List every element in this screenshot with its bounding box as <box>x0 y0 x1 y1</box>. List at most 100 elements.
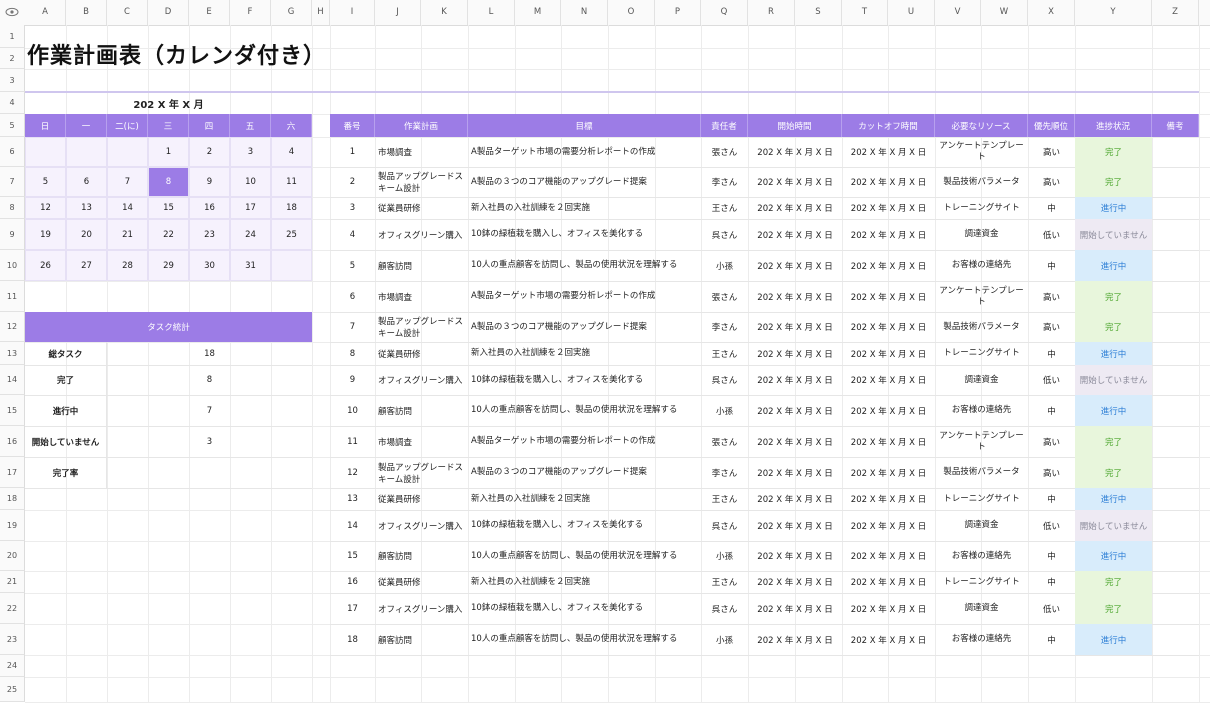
calendar-day[interactable]: 20 <box>66 219 107 250</box>
calendar-day[interactable]: 9 <box>189 167 230 197</box>
calendar-day[interactable]: 5 <box>25 167 66 197</box>
column-header-k[interactable]: K <box>421 0 468 25</box>
calendar-day[interactable]: 10 <box>230 167 271 197</box>
row-header-9[interactable]: 9 <box>0 219 25 250</box>
row-header-17[interactable]: 17 <box>0 457 25 488</box>
row-header-6[interactable]: 6 <box>0 137 25 167</box>
row-header-15[interactable]: 15 <box>0 395 25 426</box>
calendar-day[interactable]: 11 <box>271 167 312 197</box>
task-status[interactable]: 完了 <box>1075 312 1152 342</box>
column-header-w[interactable]: W <box>981 0 1028 25</box>
column-header-j[interactable]: J <box>375 0 421 25</box>
task-status[interactable]: 進行中 <box>1075 197 1152 219</box>
column-header-l[interactable]: L <box>468 0 515 25</box>
calendar-day[interactable]: 21 <box>107 219 148 250</box>
calendar-day[interactable]: 15 <box>148 197 189 219</box>
column-header-b[interactable]: B <box>66 0 107 25</box>
row-header-10[interactable]: 10 <box>0 250 25 281</box>
column-header-v[interactable]: V <box>935 0 981 25</box>
row-header-18[interactable]: 18 <box>0 488 25 510</box>
calendar-day[interactable]: 28 <box>107 250 148 281</box>
task-memo[interactable] <box>1152 571 1199 593</box>
task-memo[interactable] <box>1152 167 1199 197</box>
calendar-day[interactable]: 25 <box>271 219 312 250</box>
calendar-day[interactable]: 1 <box>148 137 189 167</box>
calendar-day[interactable]: 6 <box>66 167 107 197</box>
calendar-day[interactable]: 12 <box>25 197 66 219</box>
task-memo[interactable] <box>1152 593 1199 624</box>
column-header-o[interactable]: O <box>608 0 655 25</box>
calendar-day[interactable]: 4 <box>271 137 312 167</box>
calendar-day[interactable]: 26 <box>25 250 66 281</box>
row-header-20[interactable]: 20 <box>0 541 25 571</box>
task-status[interactable]: 完了 <box>1075 137 1152 167</box>
calendar-day[interactable] <box>25 137 66 167</box>
column-header-s[interactable]: S <box>795 0 842 25</box>
task-status[interactable]: 開始していません <box>1075 219 1152 250</box>
column-header-c[interactable]: C <box>107 0 148 25</box>
column-header-q[interactable]: Q <box>701 0 748 25</box>
calendar-day[interactable]: 31 <box>230 250 271 281</box>
column-header-t[interactable]: T <box>842 0 888 25</box>
row-header-3[interactable]: 3 <box>0 69 25 92</box>
task-status[interactable]: 完了 <box>1075 457 1152 488</box>
column-header-d[interactable]: D <box>148 0 189 25</box>
calendar-day[interactable]: 14 <box>107 197 148 219</box>
column-header-m[interactable]: M <box>515 0 561 25</box>
calendar-day[interactable]: 18 <box>271 197 312 219</box>
column-header-z[interactable]: Z <box>1152 0 1199 25</box>
calendar-day[interactable]: 23 <box>189 219 230 250</box>
task-status[interactable]: 完了 <box>1075 426 1152 457</box>
row-header-13[interactable]: 13 <box>0 342 25 365</box>
column-header-f[interactable]: F <box>230 0 271 25</box>
calendar-day[interactable]: 24 <box>230 219 271 250</box>
row-header-1[interactable]: 1 <box>0 25 25 48</box>
row-header-19[interactable]: 19 <box>0 510 25 541</box>
task-status[interactable]: 完了 <box>1075 593 1152 624</box>
calendar-day[interactable]: 7 <box>107 167 148 197</box>
calendar-day[interactable]: 16 <box>189 197 230 219</box>
column-header-i[interactable]: I <box>330 0 375 25</box>
row-header-12[interactable]: 12 <box>0 312 25 342</box>
column-header-h[interactable]: H <box>312 0 330 25</box>
task-status[interactable]: 開始していません <box>1075 510 1152 541</box>
task-memo[interactable] <box>1152 488 1199 510</box>
row-header-11[interactable]: 11 <box>0 281 25 312</box>
row-header-25[interactable]: 25 <box>0 677 25 702</box>
row-header-22[interactable]: 22 <box>0 593 25 624</box>
task-status[interactable]: 完了 <box>1075 167 1152 197</box>
row-header-5[interactable]: 5 <box>0 114 25 137</box>
calendar-day[interactable]: 30 <box>189 250 230 281</box>
calendar-day[interactable]: 22 <box>148 219 189 250</box>
column-header-n[interactable]: N <box>561 0 608 25</box>
row-header-16[interactable]: 16 <box>0 426 25 457</box>
task-status[interactable]: 進行中 <box>1075 541 1152 571</box>
task-memo[interactable] <box>1152 342 1199 365</box>
column-header-a[interactable]: A <box>25 0 66 25</box>
task-status[interactable]: 進行中 <box>1075 342 1152 365</box>
calendar-day[interactable]: 27 <box>66 250 107 281</box>
calendar-day-selected[interactable]: 8 <box>148 167 189 197</box>
task-memo[interactable] <box>1152 457 1199 488</box>
task-status[interactable]: 開始していません <box>1075 365 1152 395</box>
row-header-21[interactable]: 21 <box>0 571 25 593</box>
calendar-day[interactable]: 2 <box>189 137 230 167</box>
task-memo[interactable] <box>1152 281 1199 312</box>
row-header-23[interactable]: 23 <box>0 624 25 655</box>
row-header-14[interactable]: 14 <box>0 365 25 395</box>
calendar-day[interactable]: 17 <box>230 197 271 219</box>
task-status[interactable]: 進行中 <box>1075 250 1152 281</box>
calendar-day[interactable]: 3 <box>230 137 271 167</box>
task-memo[interactable] <box>1152 219 1199 250</box>
task-memo[interactable] <box>1152 365 1199 395</box>
eye-icon[interactable] <box>5 7 19 17</box>
row-header-4[interactable]: 4 <box>0 92 25 114</box>
column-header-g[interactable]: G <box>271 0 312 25</box>
column-header-e[interactable]: E <box>189 0 230 25</box>
calendar-day[interactable]: 13 <box>66 197 107 219</box>
row-header-7[interactable]: 7 <box>0 167 25 197</box>
calendar-day[interactable]: 29 <box>148 250 189 281</box>
column-header-x[interactable]: X <box>1028 0 1075 25</box>
row-header-2[interactable]: 2 <box>0 48 25 69</box>
row-header-24[interactable]: 24 <box>0 655 25 677</box>
